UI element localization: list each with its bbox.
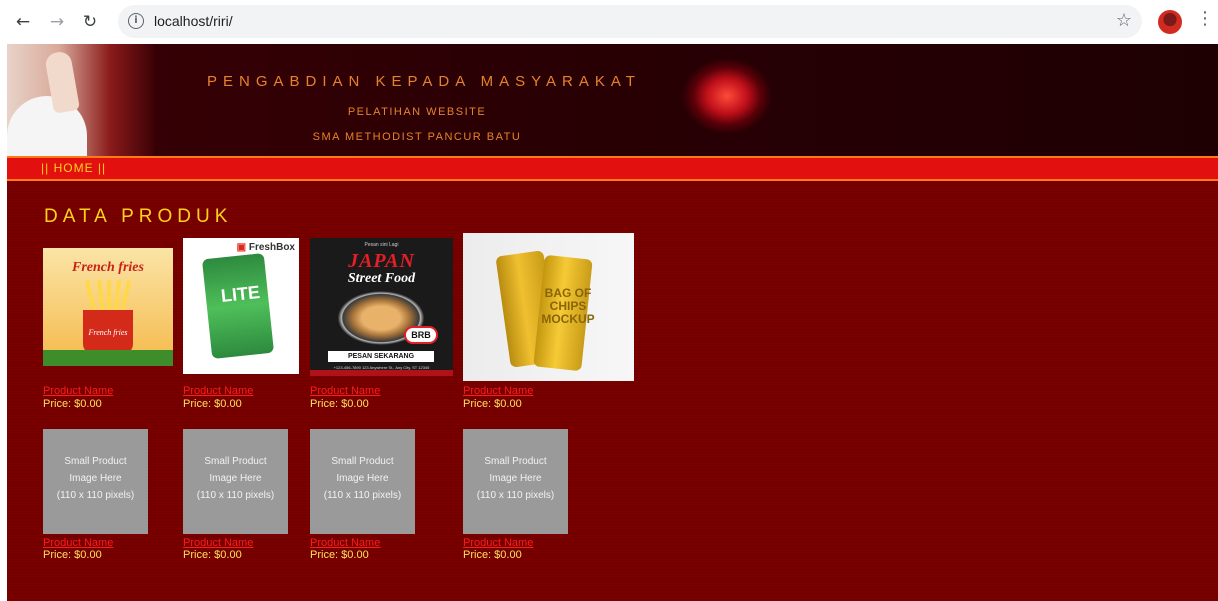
fries-base: [43, 350, 173, 366]
image-text-top: Pesan sini Lagi: [364, 242, 399, 248]
product-price: Price: $0.00: [310, 549, 369, 561]
image-text-lite: LITE: [220, 282, 261, 306]
product-price: Price: $0.00: [463, 549, 522, 561]
image-text-title: JAPAN: [348, 250, 415, 272]
placeholder-line-1: Small Product: [204, 456, 267, 467]
placeholder-line-3: (110 x 110 pixels): [476, 490, 555, 501]
product-name-link[interactable]: Product Name: [43, 537, 113, 549]
image-text-label: French fries: [88, 328, 128, 337]
placeholder-line-3: (110 x 110 pixels): [196, 490, 275, 501]
nav-menu-bar: || HOME ||: [7, 156, 1218, 181]
product-name-link[interactable]: Product Name: [43, 385, 113, 397]
image-text-title: French fries: [72, 260, 144, 275]
product-image-bag-of-chips[interactable]: BAG OF CHIPS MOCKUP: [463, 233, 634, 381]
product-name-link[interactable]: Product Name: [310, 537, 380, 549]
image-text-mockup: BAG OF CHIPS MOCKUP: [541, 286, 595, 326]
image-order-label: PESAN SEKARANG: [328, 351, 434, 362]
section-title: DATA PRODUK: [44, 206, 233, 227]
image-text-subtitle: Street Food: [347, 271, 416, 286]
address-bar[interactable]: i localhost/riri/ ☆: [118, 5, 1142, 38]
placeholder-line-3: (110 x 110 pixels): [56, 490, 135, 501]
back-arrow-icon[interactable]: ←: [10, 9, 36, 35]
placeholder-line-2: Image Here: [489, 473, 542, 484]
product-name-link[interactable]: Product Name: [310, 385, 380, 397]
placeholder-line-1: Small Product: [484, 456, 547, 467]
product-price: Price: $0.00: [43, 398, 102, 410]
banner-subtitle-1: PELATIHAN WEBSITE: [347, 106, 487, 118]
placeholder-line-2: Image Here: [209, 473, 262, 484]
product-price: Price: $0.00: [463, 398, 522, 410]
site-info-icon[interactable]: i: [128, 13, 144, 29]
placeholder-line-2: Image Here: [69, 473, 122, 484]
forward-arrow-icon[interactable]: →: [44, 9, 70, 35]
product-image-placeholder[interactable]: Small Product Image Here (110 x 110 pixe…: [43, 429, 148, 534]
product-name-link[interactable]: Product Name: [183, 537, 253, 549]
header-banner: PENGABDIAN KEPADA MASYARAKAT PELATIHAN W…: [7, 44, 1218, 156]
placeholder-line-1: Small Product: [64, 456, 127, 467]
product-price: Price: $0.00: [310, 398, 369, 410]
placeholder-line-2: Image Here: [336, 473, 389, 484]
banner-subtitle-2: SMA METHODIST PANCUR BATU: [312, 131, 522, 143]
product-name-link[interactable]: Product Name: [463, 537, 533, 549]
product-image-placeholder[interactable]: Small Product Image Here (110 x 110 pixe…: [183, 429, 288, 534]
banner-title: PENGABDIAN KEPADA MASYARAKAT: [207, 73, 641, 90]
browser-toolbar: ← → ↻ i localhost/riri/ ☆ ⋮: [0, 0, 1218, 44]
product-price: Price: $0.00: [183, 398, 242, 410]
freshbox-logo: ▣ FreshBox: [236, 242, 295, 253]
product-image-japan-street-food[interactable]: Pesan sini Lagi JAPAN Street Food BRB PE…: [310, 238, 453, 376]
placeholder-line-1: Small Product: [331, 456, 394, 467]
bookmark-star-icon[interactable]: ☆: [1116, 10, 1132, 31]
product-price: Price: $0.00: [43, 549, 102, 561]
product-name-link[interactable]: Product Name: [183, 385, 253, 397]
page-body: PENGABDIAN KEPADA MASYARAKAT PELATIHAN W…: [7, 44, 1218, 601]
chips-bag: [201, 253, 275, 359]
image-badge: BRB: [404, 326, 438, 344]
profile-avatar[interactable]: [1158, 10, 1182, 34]
product-name-link[interactable]: Product Name: [463, 385, 533, 397]
placeholder-line-3: (110 x 110 pixels): [323, 490, 402, 501]
product-image-placeholder[interactable]: Small Product Image Here (110 x 110 pixe…: [310, 429, 415, 534]
image-red-strip: [310, 370, 453, 376]
reload-icon[interactable]: ↻: [77, 9, 103, 35]
product-image-french-fries[interactable]: French fries French fries: [43, 248, 173, 366]
menu-home-link[interactable]: || HOME ||: [41, 161, 106, 175]
product-price: Price: $0.00: [183, 549, 242, 561]
browser-menu-icon[interactable]: ⋮: [1196, 8, 1214, 29]
product-image-placeholder[interactable]: Small Product Image Here (110 x 110 pixe…: [463, 429, 568, 534]
url-text[interactable]: localhost/riri/: [154, 13, 233, 29]
product-image-chips-lite[interactable]: ▣ FreshBox LITE: [183, 238, 299, 374]
